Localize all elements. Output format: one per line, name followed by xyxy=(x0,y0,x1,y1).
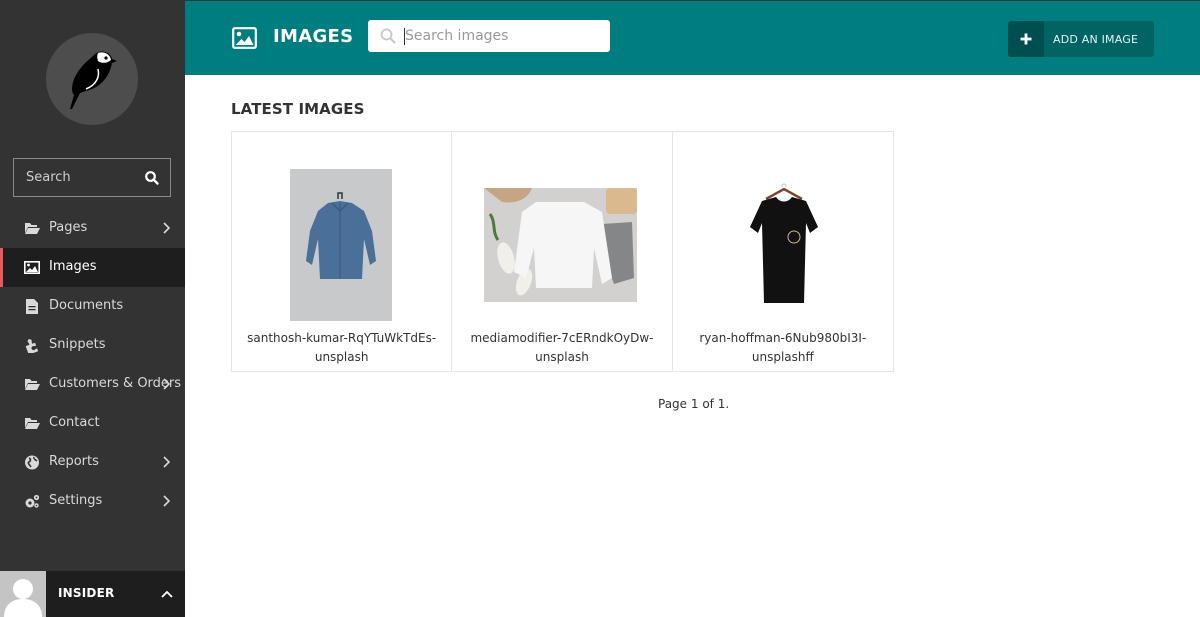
page-header: IMAGES ADD AN IMAGE xyxy=(185,0,1200,75)
user-name: INSIDER xyxy=(58,586,115,600)
sidebar: Pages Images Documents Snippets Customer… xyxy=(0,0,185,617)
page-title: IMAGES xyxy=(273,26,354,47)
add-image-label: ADD AN IMAGE xyxy=(1053,32,1139,46)
sidebar-item-pages[interactable]: Pages xyxy=(0,209,185,248)
pagination-status: Page 1 of 1. xyxy=(658,397,730,411)
folder-open-icon xyxy=(25,223,40,234)
caption-line: unsplashff xyxy=(751,350,814,364)
cogs-icon xyxy=(25,494,40,508)
chevron-right-icon xyxy=(163,378,171,390)
chevron-right-icon xyxy=(163,222,171,234)
add-image-button[interactable]: ADD AN IMAGE xyxy=(1008,21,1154,57)
sidebar-item-label: Pages xyxy=(49,220,88,235)
chevron-up-icon xyxy=(161,590,173,598)
caption-line: santhosh-kumar-RqYTuWkTdEs- xyxy=(247,331,437,345)
folder-open-icon xyxy=(25,379,40,390)
image-grid: santhosh-kumar-RqYTuWkTdEs- unsplash med… xyxy=(231,131,894,372)
image-caption[interactable]: mediamodifier-7cERndkOyDw- unsplash xyxy=(452,329,671,367)
sidebar-item-settings[interactable]: Settings xyxy=(0,482,185,521)
sidebar-item-documents[interactable]: Documents xyxy=(0,287,185,326)
document-icon xyxy=(26,299,38,314)
globe-icon xyxy=(25,455,39,470)
search-icon xyxy=(380,28,396,44)
sidebar-item-label: Snippets xyxy=(49,337,106,352)
sidebar-item-customers-orders[interactable]: Customers & Orders xyxy=(0,365,185,404)
sidebar-item-label: Documents xyxy=(49,298,124,313)
text-cursor xyxy=(404,28,405,45)
folder-open-icon xyxy=(25,418,40,429)
logo[interactable] xyxy=(46,33,138,125)
section-title: LATEST IMAGES xyxy=(231,100,365,118)
bird-logo-icon xyxy=(70,51,117,109)
image-thumbnail xyxy=(484,188,638,302)
sidebar-item-label: Images xyxy=(49,259,97,274)
plus-icon xyxy=(1008,21,1044,57)
image-search xyxy=(368,20,610,52)
puzzle-icon xyxy=(25,339,39,353)
sidebar-item-reports[interactable]: Reports xyxy=(0,443,185,482)
image-icon xyxy=(24,260,40,274)
image-card[interactable]: ryan-hoffman-6Nub980bI3I- unsplashff xyxy=(673,132,893,371)
account-menu-toggle[interactable]: INSIDER xyxy=(0,571,185,617)
sidebar-nav: Pages Images Documents Snippets Customer… xyxy=(0,209,185,521)
image-thumbnail xyxy=(290,169,392,321)
image-card[interactable]: mediamodifier-7cERndkOyDw- unsplash xyxy=(452,132,673,371)
image-card[interactable]: santhosh-kumar-RqYTuWkTdEs- unsplash xyxy=(232,132,453,371)
chevron-right-icon xyxy=(163,456,171,468)
app: Pages Images Documents Snippets Customer… xyxy=(0,0,1200,617)
caption-line: mediamodifier-7cERndkOyDw- xyxy=(470,331,654,345)
caption-line: unsplash xyxy=(535,350,589,364)
sidebar-search-input[interactable] xyxy=(14,159,134,196)
image-caption[interactable]: santhosh-kumar-RqYTuWkTdEs- unsplash xyxy=(232,329,451,367)
sidebar-item-snippets[interactable]: Snippets xyxy=(0,326,185,365)
chevron-right-icon xyxy=(163,495,171,507)
image-caption[interactable]: ryan-hoffman-6Nub980bI3I- unsplashff xyxy=(673,329,893,367)
image-icon xyxy=(232,27,257,49)
avatar xyxy=(0,571,46,617)
user-icon xyxy=(4,579,42,617)
search-icon[interactable] xyxy=(144,170,160,186)
caption-line: unsplash xyxy=(314,350,369,364)
sidebar-item-label: Settings xyxy=(49,493,103,508)
sidebar-item-contact[interactable]: Contact xyxy=(0,404,185,443)
caption-line: ryan-hoffman-6Nub980bI3I- xyxy=(699,331,867,345)
image-thumbnail xyxy=(731,169,834,321)
sidebar-search xyxy=(13,158,171,197)
image-search-input[interactable] xyxy=(404,20,604,52)
sidebar-item-label: Reports xyxy=(49,454,99,469)
sidebar-item-label: Contact xyxy=(49,415,100,430)
sidebar-item-images[interactable]: Images xyxy=(0,248,185,287)
